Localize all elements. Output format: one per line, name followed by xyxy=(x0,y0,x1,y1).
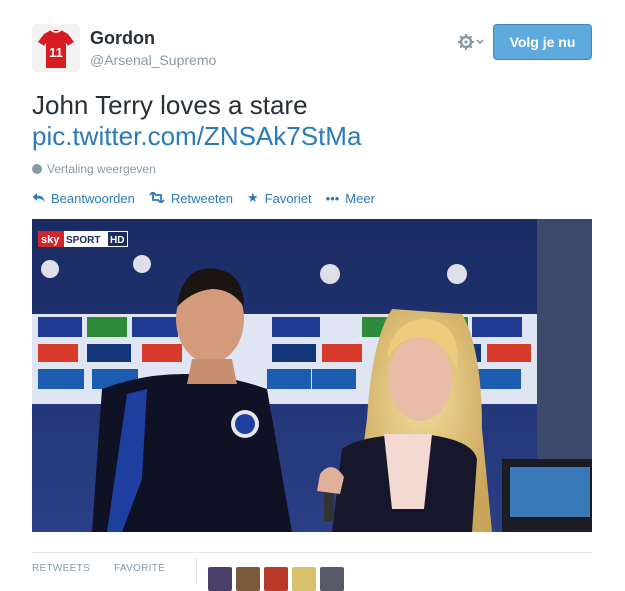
jersey-number: 11 xyxy=(49,45,63,60)
tweet-stats: RETWEETS FAVORITE xyxy=(32,552,592,591)
chevron-down-icon xyxy=(476,39,484,45)
user-handle[interactable]: @Arsenal_Supremo xyxy=(90,52,216,68)
more-button[interactable]: ••• Meer xyxy=(326,190,375,206)
interview-photo: sky SPORT HD xyxy=(32,219,592,532)
favorite-button[interactable]: ★ Favoriet xyxy=(247,190,312,206)
more-label: Meer xyxy=(345,190,375,206)
gear-icon xyxy=(458,34,474,50)
translate-label: Vertaling weergeven xyxy=(47,162,156,176)
tweet-photo[interactable]: sky SPORT HD xyxy=(32,219,592,532)
globe-icon xyxy=(32,164,42,174)
star-icon: ★ xyxy=(247,190,259,205)
tweet-text: John Terry loves a stare pic.twitter.com… xyxy=(32,90,592,152)
tweet-actions: Beantwoorden Retweeten ★ Favoriet ••• Me… xyxy=(32,190,375,206)
tweet-header: 11 Gordon @Arsenal_Supremo Volg je nu xyxy=(32,22,592,72)
favoriter-avatar[interactable] xyxy=(264,567,288,591)
more-icon: ••• xyxy=(325,190,340,206)
reply-button[interactable]: Beantwoorden xyxy=(32,190,135,206)
retweet-icon xyxy=(149,190,165,206)
favoriter-avatar[interactable] xyxy=(208,567,232,591)
favoriter-avatars xyxy=(208,567,344,591)
svg-text:SPORT: SPORT xyxy=(66,235,100,246)
follow-button[interactable]: Volg je nu xyxy=(493,24,592,60)
reply-icon xyxy=(32,191,45,206)
avatar[interactable]: 11 xyxy=(32,24,80,72)
favoriter-avatar[interactable] xyxy=(236,567,260,591)
svg-text:HD: HD xyxy=(110,235,124,246)
sky-sport-hd-logo: sky SPORT HD xyxy=(38,231,128,247)
tweet-media-link[interactable]: pic.twitter.com/ZNSAk7StMa xyxy=(32,121,361,151)
svg-text:sky: sky xyxy=(41,234,60,246)
user-settings-dropdown[interactable] xyxy=(458,32,486,52)
tweet-body: John Terry loves a stare xyxy=(32,90,308,120)
jersey-avatar-image: 11 xyxy=(32,24,80,72)
retweet-label: Retweeten xyxy=(170,190,233,206)
favorite-label: Favoriet xyxy=(264,190,312,206)
favoriter-avatar[interactable] xyxy=(320,567,344,591)
favoriter-avatar[interactable] xyxy=(292,567,316,591)
retweet-button[interactable]: Retweeten xyxy=(149,190,233,206)
display-name[interactable]: Gordon xyxy=(90,28,155,49)
retweets-stat-label[interactable]: RETWEETS xyxy=(32,563,90,574)
reply-label: Beantwoorden xyxy=(51,190,135,206)
translate-tweet-link[interactable]: Vertaling weergeven xyxy=(32,162,156,176)
stats-divider xyxy=(196,557,197,583)
favorites-stat-label[interactable]: FAVORITE xyxy=(114,563,165,574)
